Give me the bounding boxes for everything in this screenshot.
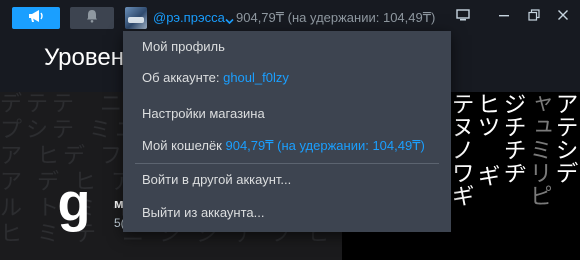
restore-button[interactable]: [526, 9, 542, 25]
menu-item-label: Мой кошелёк: [142, 138, 226, 153]
menu-item-sign-out[interactable]: Выйти из аккаунта...: [123, 199, 451, 227]
minimize-button[interactable]: [496, 9, 512, 25]
announcements-button[interactable]: [12, 7, 60, 29]
profile-avatar-letter: g: [57, 173, 91, 233]
close-button[interactable]: [555, 9, 571, 25]
menu-item-wallet[interactable]: Мой кошелёк 904,79₸ (на удержании: 104,4…: [123, 132, 451, 160]
account-dropdown-menu: Мой профиль Об аккаунте: ghoul_f0lzy Нас…: [123, 31, 451, 232]
megaphone-icon: [28, 9, 44, 28]
account-name-button[interactable]: @рэ.прэсса: [153, 10, 225, 25]
menu-item-my-profile[interactable]: Мой профиль: [123, 33, 451, 61]
account-login-name: ghoul_f0lzy: [223, 70, 289, 85]
minimize-icon: [498, 8, 510, 26]
chevron-down-icon[interactable]: [225, 12, 234, 30]
wallet-amount: 904,79₸ (на удержании: 104,49₸): [225, 138, 425, 153]
user-avatar[interactable]: [125, 7, 147, 29]
menu-item-account-details[interactable]: Об аккаунте: ghoul_f0lzy: [123, 64, 451, 92]
menu-divider: [135, 163, 439, 164]
big-picture-button[interactable]: [455, 9, 471, 25]
notifications-button[interactable]: [70, 7, 114, 29]
restore-icon: [528, 8, 540, 26]
monitor-icon: [456, 8, 470, 26]
menu-item-store-preferences[interactable]: Настройки магазина: [123, 100, 451, 128]
menu-item-switch-account[interactable]: Войти в другой аккаунт...: [123, 166, 451, 194]
level-heading: Уровен: [44, 44, 124, 71]
close-icon: [557, 8, 569, 26]
bell-icon: [86, 9, 98, 28]
menu-item-label: Об аккаунте:: [142, 70, 224, 85]
wallet-balance: 904,79₸ (на удержании: 104,49₸): [236, 10, 436, 25]
